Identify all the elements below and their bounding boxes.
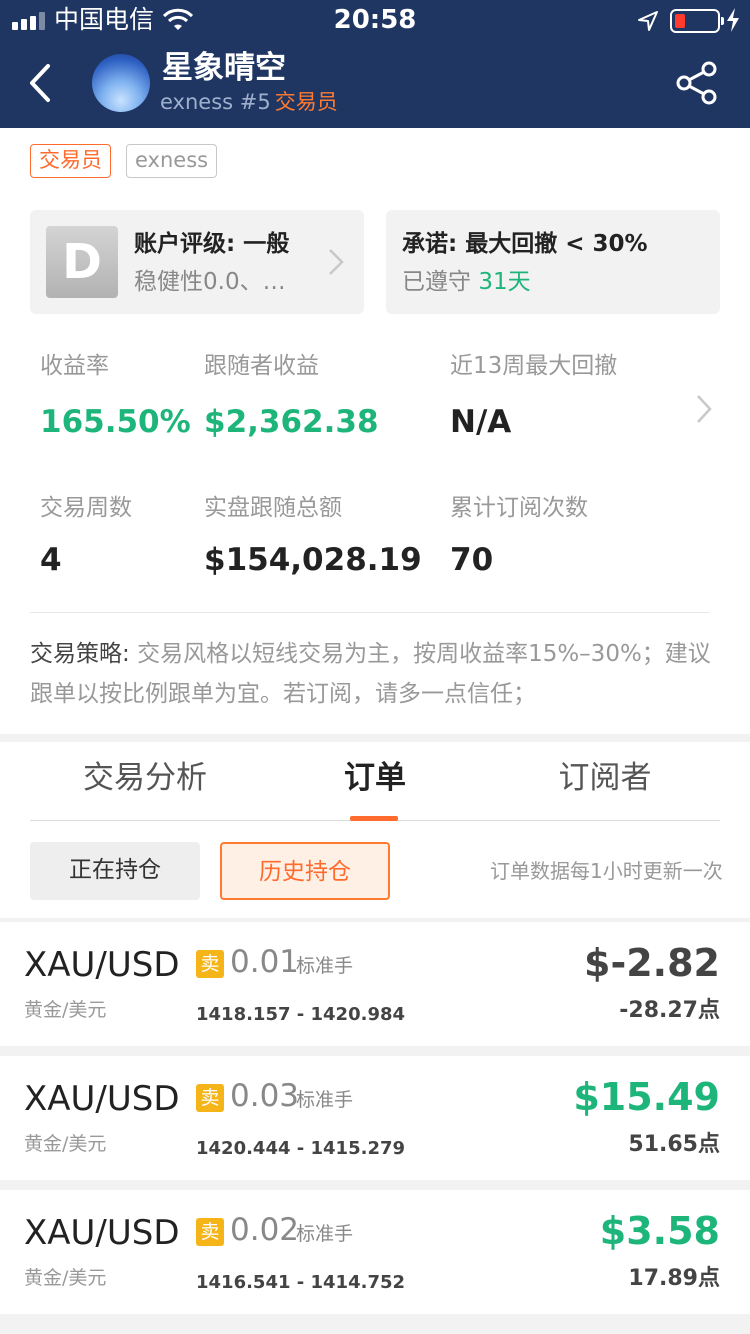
order-symbol: XAU/USD — [24, 1079, 180, 1119]
sell-badge: 卖 — [196, 1084, 224, 1112]
order-row[interactable]: XAU/USD 黄金/美元 卖 0.03 标准手 1420.444 - 1415… — [0, 1056, 750, 1180]
order-lots: 0.01 — [230, 944, 300, 980]
order-prices: 1416.541 - 1414.752 — [196, 1272, 406, 1293]
status-bar: 中国电信 20:58 — [0, 0, 750, 40]
active-tab-indicator — [350, 816, 398, 821]
profile-card: 交易员 exness D 账户评级: 一般 稳健性0.0、… 承诺: 最大回撤 … — [0, 128, 750, 734]
order-points: 17.89点 — [628, 1266, 720, 1291]
history-positions-button[interactable]: 历史持仓 — [220, 842, 390, 900]
divider — [30, 612, 710, 613]
order-points: -28.27点 — [619, 998, 720, 1023]
weeks-label: 交易周数 — [40, 495, 132, 521]
rating-desc: 稳健性0.0、… — [134, 269, 286, 295]
chevron-right-icon[interactable] — [694, 392, 714, 426]
order-lots: 0.03 — [230, 1078, 300, 1114]
broker-tag: exness — [126, 144, 218, 178]
total-follow-value: $154,028.19 — [204, 542, 422, 578]
open-positions-button[interactable]: 正在持仓 — [30, 842, 200, 900]
order-prices: 1418.157 - 1420.984 — [196, 1004, 406, 1025]
strategy-label: 交易策略: — [30, 641, 138, 667]
tab-section: 交易分析 订单 订阅者 正在持仓 历史持仓 订单数据每1小时更新一次 — [0, 742, 750, 918]
follower-profit-value: $2,362.38 — [204, 404, 379, 440]
charging-bolt-icon — [727, 8, 739, 32]
trader-name: 星象晴空 — [162, 50, 286, 86]
order-symbol: XAU/USD — [24, 945, 180, 985]
order-lot-unit: 标准手 — [296, 1223, 354, 1245]
grade-badge-icon: D — [46, 226, 118, 298]
order-symbol: XAU/USD — [24, 1213, 180, 1253]
order-points: 51.65点 — [628, 1132, 720, 1157]
promise-status-label: 已遵守 — [402, 269, 479, 295]
battery-icon — [670, 9, 724, 33]
order-lot-unit: 标准手 — [296, 1089, 354, 1111]
order-prices: 1420.444 - 1415.279 — [196, 1138, 406, 1159]
max-drawdown-label: 近13周最大回撤 — [450, 353, 618, 379]
max-drawdown-value: N/A — [450, 404, 512, 440]
promise-title: 承诺: 最大回撤 < 30% — [402, 231, 648, 257]
share-icon[interactable] — [674, 60, 720, 106]
weeks-value: 4 — [40, 542, 62, 578]
total-follow-label: 实盘跟随总额 — [204, 495, 342, 521]
trader-subtitle: exness #5 交易员 — [160, 88, 338, 116]
promise-days: 31天 — [478, 269, 531, 295]
broker-rank: exness #5 — [160, 90, 271, 114]
follower-profit-label: 跟随者收益 — [204, 353, 319, 379]
update-note: 订单数据每1小时更新一次 — [490, 859, 723, 883]
tab-analysis[interactable]: 交易分析 — [30, 756, 260, 800]
strategy-text: 交易策略: 交易风格以短线交易为主，按周收益率15%–30%；建议跟单以按比例跟… — [30, 634, 720, 714]
role-label: 交易员 — [274, 90, 338, 114]
trader-tag: 交易员 — [30, 144, 111, 178]
return-label: 收益率 — [40, 353, 109, 379]
order-lots: 0.02 — [230, 1212, 300, 1248]
sell-badge: 卖 — [196, 1218, 224, 1246]
sell-badge: 卖 — [196, 950, 224, 978]
nav-header: 中国电信 20:58 星象晴空 exness #5 交易员 — [0, 0, 750, 128]
order-row[interactable]: XAU/USD 黄金/美元 卖 0.01 标准手 1418.157 - 1420… — [0, 922, 750, 1046]
order-profit: $-2.82 — [584, 941, 720, 985]
chevron-right-icon — [329, 249, 344, 275]
order-profit: $15.49 — [573, 1075, 720, 1119]
order-instrument-name: 黄金/美元 — [24, 999, 107, 1021]
subscriptions-value: 70 — [450, 542, 494, 578]
avatar[interactable] — [92, 54, 150, 112]
tab-subscribers[interactable]: 订阅者 — [490, 756, 720, 800]
order-row[interactable]: XAU/USD 黄金/美元 卖 0.02 标准手 1416.541 - 1414… — [0, 1190, 750, 1314]
promise-card: 承诺: 最大回撤 < 30% 已遵守 31天 — [386, 210, 720, 314]
subscriptions-label: 累计订阅次数 — [450, 495, 588, 521]
order-instrument-name: 黄金/美元 — [24, 1133, 107, 1155]
promise-status: 已遵守 31天 — [402, 266, 531, 298]
order-instrument-name: 黄金/美元 — [24, 1267, 107, 1289]
order-profit: $3.58 — [599, 1209, 720, 1253]
location-arrow-icon — [638, 11, 658, 31]
account-rating-card[interactable]: D 账户评级: 一般 稳健性0.0、… — [30, 210, 364, 314]
rating-title: 账户评级: 一般 — [134, 231, 290, 257]
order-lot-unit: 标准手 — [296, 955, 354, 977]
return-value: 165.50% — [40, 404, 191, 440]
back-button[interactable] — [22, 58, 62, 108]
tab-orders[interactable]: 订单 — [260, 756, 490, 800]
